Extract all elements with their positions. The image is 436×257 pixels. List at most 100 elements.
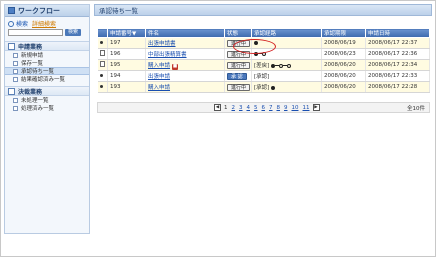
cell-deadline: 2008/06/23 bbox=[321, 48, 366, 60]
bullet-icon bbox=[99, 74, 103, 77]
page-link[interactable]: 4 bbox=[247, 105, 251, 111]
sidebar-item-new-application[interactable]: 新規申請 bbox=[5, 51, 89, 59]
cell-status: 進行中 bbox=[224, 48, 252, 60]
cell-route bbox=[251, 37, 322, 49]
table-header-row: 申請番号▼ 件名 状態 承認経路 承認期限 申請日時 bbox=[97, 28, 430, 38]
search-button[interactable]: 検索 bbox=[65, 29, 82, 36]
page-link[interactable]: 6 bbox=[262, 105, 266, 111]
sidebar-item-processed[interactable]: 処理済み一覧 bbox=[5, 104, 89, 112]
row-marker bbox=[97, 48, 108, 60]
sidebar-item-label: 未処理一覧 bbox=[21, 98, 49, 104]
page-link[interactable]: 3 bbox=[239, 105, 243, 111]
cell-route: [承認] bbox=[251, 81, 322, 93]
document-icon bbox=[99, 50, 105, 56]
first-page-icon[interactable]: ◀ bbox=[214, 104, 221, 111]
table-row[interactable]: 195 購入申請 ■ 進行中 [差戻] 2008/06/20 2008/06/17… bbox=[97, 59, 430, 71]
sidebar-item-result-confirmed[interactable]: 結果確認済み一覧 bbox=[5, 75, 89, 83]
workflow-icon bbox=[8, 7, 15, 14]
page-link: 1 bbox=[224, 104, 228, 111]
title-link[interactable]: 購入申請 bbox=[148, 63, 170, 69]
cell-datetime: 2008/06/17 22:36 bbox=[365, 48, 430, 60]
col-header-icon bbox=[97, 28, 108, 38]
section-title-label: 申請業務 bbox=[18, 43, 43, 51]
app-frame: ワークフロー 検索 詳細検索 検索 申請業務 新規申請 保存一覧 承認待ち一覧 … bbox=[0, 0, 436, 257]
cell-title: 購入申請 ■ bbox=[145, 59, 225, 71]
page-title: 承認待ち一覧 bbox=[99, 7, 138, 15]
advanced-search-link[interactable]: 詳細検索 bbox=[32, 19, 56, 28]
row-marker bbox=[97, 81, 108, 93]
sidebar-item-label: 承認待ち一覧 bbox=[21, 69, 55, 75]
page-link[interactable]: 7 bbox=[269, 105, 273, 111]
cell-deadline: 2008/06/20 bbox=[321, 59, 366, 71]
cell-status: 進行中 bbox=[224, 81, 252, 93]
page-link[interactable]: 10 bbox=[292, 105, 299, 111]
main-header: 承認待ち一覧 bbox=[94, 4, 432, 16]
pending-table: 申請番号▼ 件名 状態 承認経路 承認期限 申請日時 197 出張申請書 進行中… bbox=[97, 28, 430, 93]
page-link[interactable]: 11 bbox=[303, 105, 310, 111]
cell-datetime: 2008/06/17 22:34 bbox=[365, 59, 430, 71]
cell-status: 進行中 bbox=[224, 59, 252, 71]
route-node-icon bbox=[262, 51, 266, 56]
col-header-status[interactable]: 状態 bbox=[224, 28, 252, 38]
cell-number: 194 bbox=[107, 70, 146, 82]
title-link[interactable]: 購入申請 bbox=[148, 85, 170, 91]
page-link[interactable]: 5 bbox=[254, 105, 258, 111]
cell-number: 197 bbox=[107, 37, 146, 49]
search-input[interactable] bbox=[8, 29, 63, 36]
table-row[interactable]: 196 中部出張精算書 進行中 2008/06/23 2008/06/17 22… bbox=[97, 48, 430, 60]
status-badge: 承 認 bbox=[227, 72, 247, 80]
status-badge: 進行中 bbox=[227, 39, 251, 47]
sidebar-item-label: 新規申請 bbox=[21, 53, 44, 59]
row-marker bbox=[97, 70, 108, 82]
title-link[interactable]: 出張申請 bbox=[148, 74, 170, 80]
next-page-icon[interactable]: ▶ bbox=[312, 104, 320, 111]
doc-icon bbox=[13, 105, 18, 111]
row-marker bbox=[97, 59, 108, 71]
cell-datetime: 2008/06/17 22:28 bbox=[365, 81, 430, 93]
search-icon bbox=[8, 20, 14, 27]
route-node-icon bbox=[271, 85, 276, 90]
section-title: 申請業務 bbox=[5, 41, 89, 51]
sidebar-header: ワークフロー bbox=[5, 5, 89, 17]
cell-datetime: 2008/06/17 22:37 bbox=[365, 37, 430, 49]
cell-title: 出張申請 bbox=[145, 70, 225, 82]
table-row[interactable]: 194 出張申請 承 認 [承認] 2008/06/20 2008/06/17 … bbox=[97, 70, 430, 82]
page-link[interactable]: 2 bbox=[232, 105, 236, 111]
title-link[interactable]: 出張申請書 bbox=[148, 41, 176, 47]
cell-title: 中部出張精算書 bbox=[145, 48, 225, 60]
col-header-number[interactable]: 申請番号▼ bbox=[107, 28, 146, 38]
table-row[interactable]: 197 出張申請書 進行中 2008/06/19 2008/06/17 22:3… bbox=[97, 37, 430, 49]
col-header-title[interactable]: 件名 bbox=[145, 28, 225, 38]
row-marker bbox=[97, 37, 108, 49]
document-icon bbox=[8, 42, 15, 50]
cell-route: [差戻] bbox=[251, 59, 322, 71]
section-application: 申請業務 新規申請 保存一覧 承認待ち一覧 結果確認済み一覧 bbox=[5, 41, 89, 83]
title-link[interactable]: 中部出張精算書 bbox=[148, 52, 187, 58]
status-badge: 進行中 bbox=[227, 50, 251, 58]
sidebar-item-pending-approval[interactable]: 承認待ち一覧 bbox=[5, 67, 89, 75]
sidebar: ワークフロー 検索 詳細検索 検索 申請業務 新規申請 保存一覧 承認待ち一覧 … bbox=[4, 4, 90, 234]
page-links: ◀ 1 2 3 4 5 6 7 8 9 10 11 ▶ bbox=[213, 104, 321, 111]
search-link[interactable]: 検索 bbox=[16, 19, 28, 28]
cell-route: [承認] bbox=[251, 70, 322, 82]
sidebar-item-label: 結果確認済み一覧 bbox=[21, 77, 66, 83]
doc-icon bbox=[13, 68, 18, 74]
main-panel: 承認待ち一覧 申請番号▼ 件名 状態 承認経路 承認期限 申請日時 197 出張… bbox=[94, 4, 432, 234]
bullet-icon bbox=[99, 85, 103, 88]
col-header-datetime[interactable]: 申請日時 bbox=[365, 28, 430, 38]
sidebar-item-saved-list[interactable]: 保存一覧 bbox=[5, 59, 89, 67]
doc-icon bbox=[13, 76, 18, 82]
table-row[interactable]: 193 購入申請 進行中 [承認] 2008/06/20 2008/06/17 … bbox=[97, 81, 430, 93]
cell-datetime: 2008/06/17 22:33 bbox=[365, 70, 430, 82]
status-badge: 進行中 bbox=[227, 61, 251, 69]
col-header-deadline[interactable]: 承認期限 bbox=[321, 28, 366, 38]
sidebar-item-unprocessed[interactable]: 未処理一覧 bbox=[5, 96, 89, 104]
cell-status: 承 認 bbox=[224, 70, 252, 82]
sidebar-item-label: 保存一覧 bbox=[21, 61, 44, 67]
doc-icon bbox=[13, 97, 18, 103]
page-link[interactable]: 8 bbox=[277, 105, 281, 111]
cell-number: 196 bbox=[107, 48, 146, 60]
page-link[interactable]: 9 bbox=[284, 105, 288, 111]
total-count: 全10件 bbox=[407, 105, 425, 112]
doc-icon bbox=[13, 60, 18, 66]
